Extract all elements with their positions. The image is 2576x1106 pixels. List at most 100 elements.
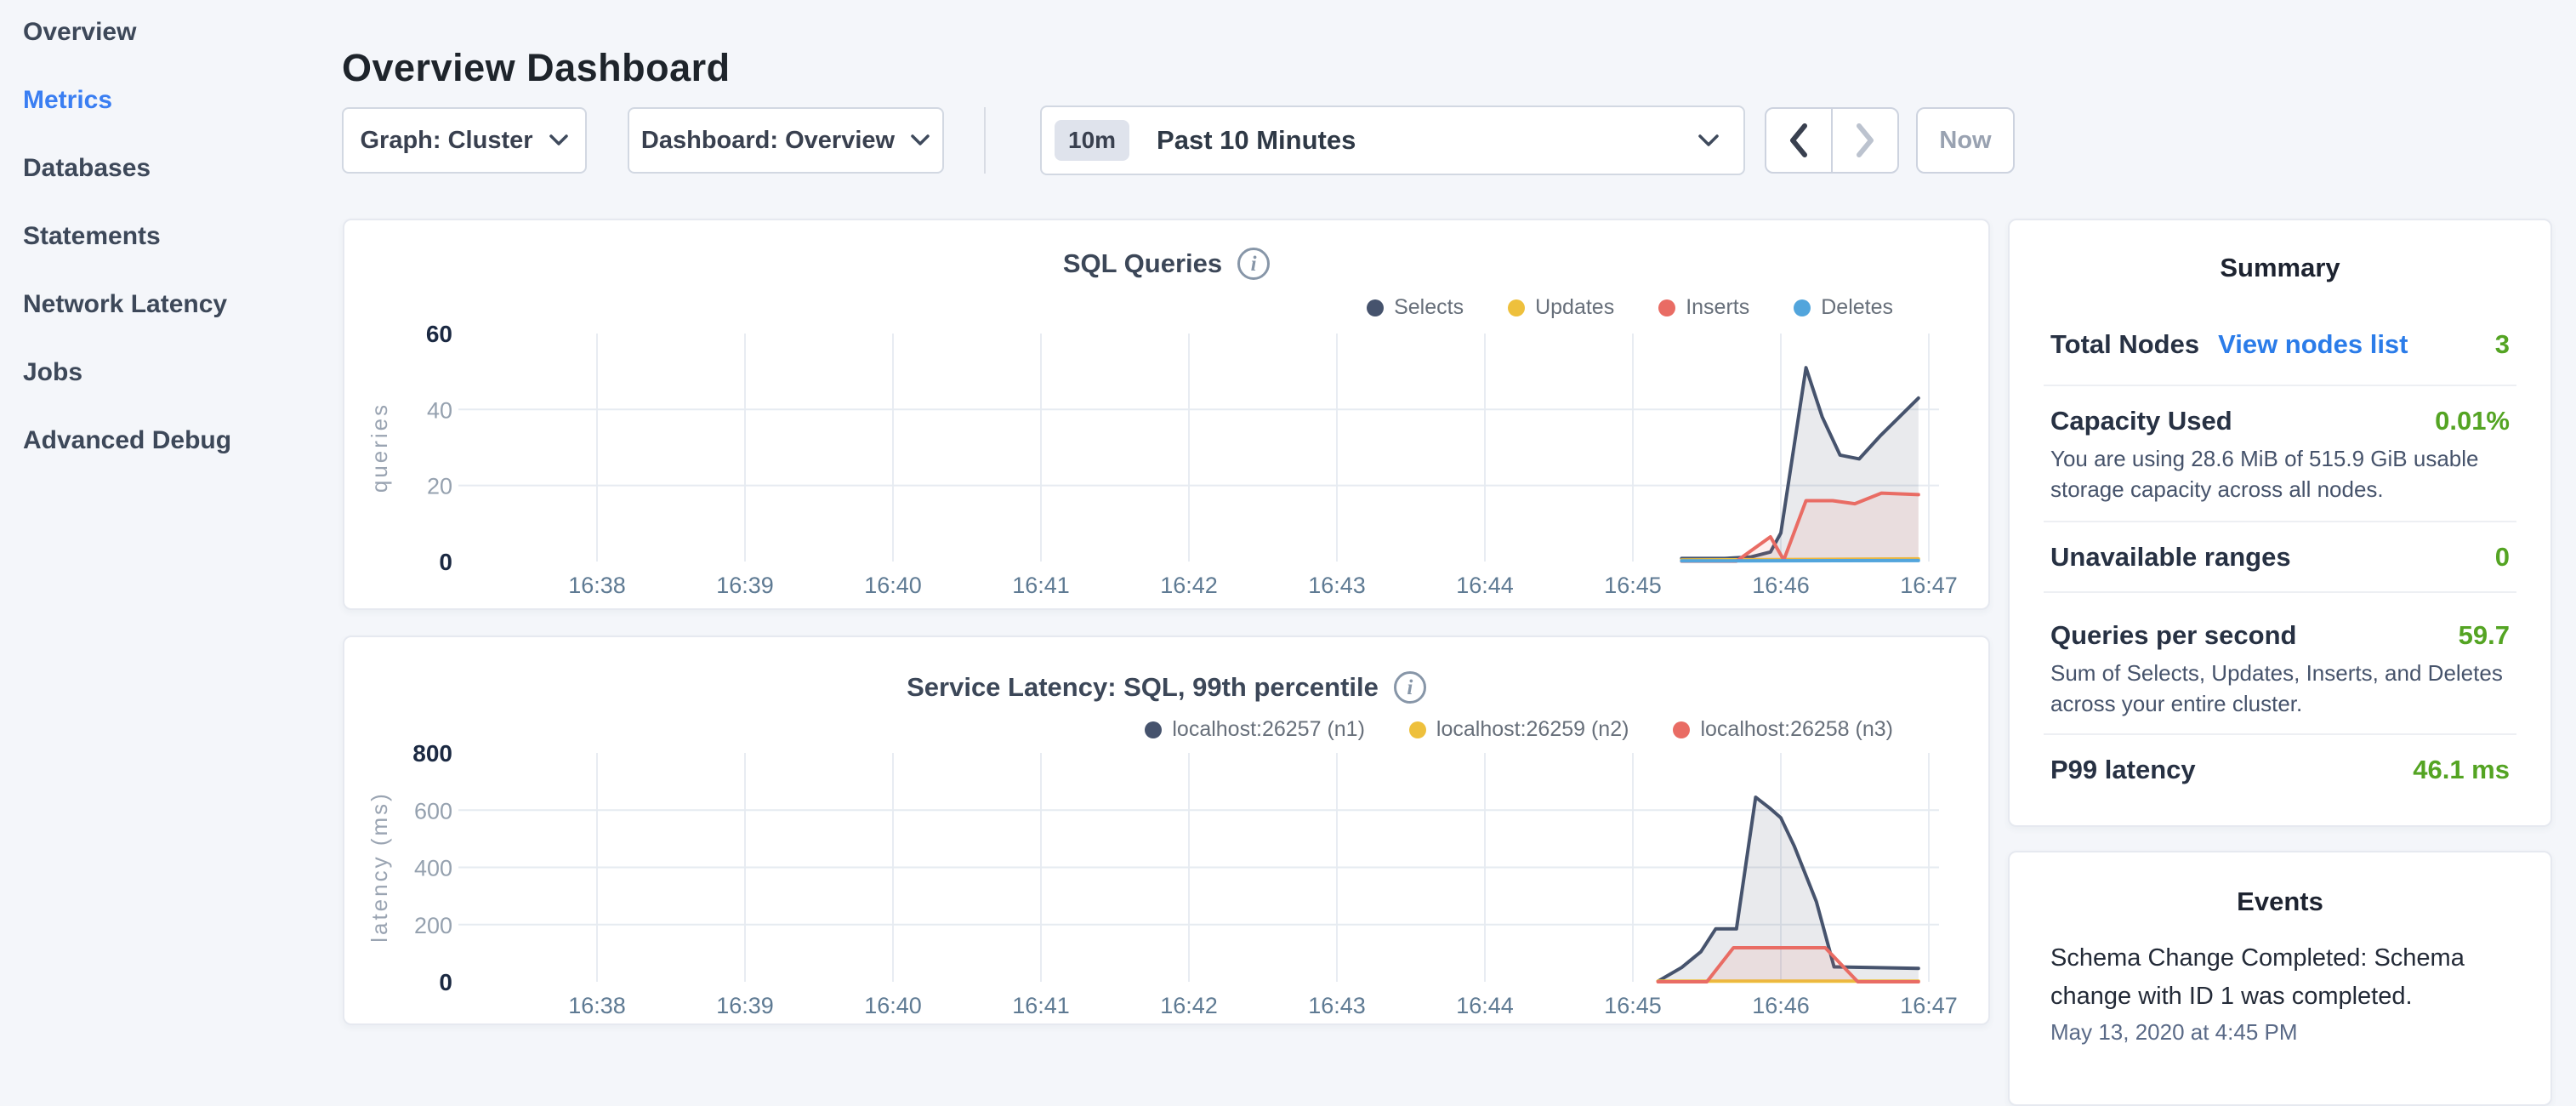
unavailable-ranges-value: 0 (2495, 542, 2510, 573)
y-axis-tick-label: 400 (414, 856, 452, 881)
summary-divider (2044, 733, 2516, 735)
x-axis-tick-label: 16:38 (568, 993, 626, 1018)
x-axis-tick-label: 16:45 (1604, 993, 1662, 1018)
events-panel: Events Schema Change Completed: Schema c… (2008, 851, 2552, 1106)
total-nodes-value: 3 (2495, 329, 2510, 360)
legend-label: Deletes (1821, 295, 1893, 320)
legend-item: localhost:26257 (n1) (1145, 717, 1365, 742)
x-axis-tick-label: 16:41 (1012, 993, 1070, 1018)
legend-label: localhost:26258 (n3) (1700, 717, 1893, 742)
x-axis-tick-label: 16:45 (1604, 573, 1662, 598)
y-axis-tick-label: 40 (427, 397, 452, 423)
legend-item: localhost:26258 (n3) (1673, 717, 1893, 742)
service-latency-chart-card: Service Latency: SQL, 99th percentile i … (343, 636, 1990, 1025)
events-heading: Events (2010, 887, 2550, 917)
summary-heading: Summary (2010, 253, 2550, 283)
event-item-text: Schema Change Completed: Schema change w… (2050, 939, 2515, 1016)
graph-dropdown-label: Graph: Cluster (360, 127, 532, 155)
toolbar-divider (984, 107, 986, 174)
x-axis-tick-label: 16:47 (1900, 993, 1958, 1018)
x-axis-tick-label: 16:40 (864, 993, 922, 1018)
capacity-used-value: 0.01% (2435, 406, 2510, 436)
sidebar-item-overview[interactable]: Overview (23, 14, 136, 51)
sidebar-item-statements[interactable]: Statements (23, 218, 161, 255)
chart-legend: localhost:26257 (n1) localhost:26259 (n2)… (1145, 717, 1893, 742)
x-axis-tick-label: 16:39 (716, 573, 774, 598)
legend-dot-icon (1658, 299, 1675, 316)
y-axis-unit-label: queries (367, 402, 392, 493)
view-nodes-list-link[interactable]: View nodes list (2218, 329, 2408, 359)
y-axis-tick-label: 20 (427, 474, 452, 499)
legend-item: Selects (1367, 295, 1464, 320)
capacity-used-label: Capacity Used (2050, 406, 2232, 436)
x-axis-tick-label: 16:41 (1012, 573, 1070, 598)
total-nodes-label: Total Nodes (2050, 329, 2199, 359)
time-back-button[interactable] (1766, 109, 1831, 172)
time-range-dropdown[interactable]: 10m Past 10 Minutes (1040, 105, 1745, 175)
legend-item: Deletes (1794, 295, 1893, 320)
x-axis-tick-label: 16:42 (1160, 993, 1218, 1018)
legend-label: Selects (1394, 295, 1464, 320)
legend-label: localhost:26257 (n1) (1172, 717, 1365, 742)
time-forward-button[interactable] (1831, 109, 1897, 172)
page-title: Overview Dashboard (342, 46, 731, 90)
legend-label: localhost:26259 (n2) (1436, 717, 1629, 742)
sidebar-item-jobs[interactable]: Jobs (23, 354, 82, 391)
summary-divider (2044, 521, 2516, 522)
x-axis-tick-label: 16:38 (568, 573, 626, 598)
unavailable-ranges-label: Unavailable ranges (2050, 542, 2291, 573)
time-pager (1765, 107, 1899, 174)
sidebar-item-advanced-debug[interactable]: Advanced Debug (23, 422, 231, 459)
x-axis-tick-label: 16:44 (1456, 573, 1514, 598)
info-icon[interactable]: i (1237, 248, 1270, 280)
x-axis-tick-label: 16:43 (1308, 993, 1366, 1018)
chart-title: SQL Queries (1063, 248, 1222, 279)
x-axis-tick-label: 16:46 (1752, 993, 1810, 1018)
summary-row-label: Total Nodes View nodes list (2050, 329, 2408, 360)
y-axis-tick-label: 600 (414, 798, 452, 824)
sql-queries-chart-card: SQL Queries i Selects Updates Inserts Delet… (343, 219, 1990, 610)
legend-dot-icon (1673, 721, 1690, 738)
legend-item: localhost:26259 (n2) (1409, 717, 1629, 742)
queries-per-second-label: Queries per second (2050, 620, 2296, 651)
p99-latency-value: 46.1 ms (2413, 755, 2510, 785)
now-button[interactable]: Now (1916, 107, 2015, 174)
y-axis-tick-label: 200 (414, 913, 452, 938)
y-axis-tick-label: 800 (412, 740, 452, 767)
x-axis-tick-label: 16:42 (1160, 573, 1218, 598)
legend-item: Updates (1508, 295, 1614, 320)
db-console-app: Overview Metrics Databases Statements Ne… (0, 0, 2576, 1052)
summary-panel: Summary Total Nodes View nodes list 3 Cap… (2008, 219, 2552, 827)
chart-legend: Selects Updates Inserts Deletes (1367, 295, 1893, 320)
queries-per-second-description: Sum of Selects, Updates, Inserts, and De… (2050, 658, 2515, 719)
sidebar-item-network-latency[interactable]: Network Latency (23, 286, 227, 323)
chevron-down-icon (549, 134, 569, 147)
sidebar-item-databases[interactable]: Databases (23, 150, 151, 187)
queries-per-second-value: 59.7 (2459, 620, 2510, 651)
legend-item: Inserts (1658, 295, 1749, 320)
legend-dot-icon (1145, 721, 1162, 738)
dashboard-dropdown-label: Dashboard: Overview (641, 127, 895, 155)
sidebar-item-metrics[interactable]: Metrics (23, 82, 112, 119)
time-range-badge: 10m (1055, 120, 1129, 161)
x-axis-tick-label: 16:43 (1308, 573, 1366, 598)
y-axis-tick-label: 60 (426, 321, 452, 347)
dashboard-dropdown[interactable]: Dashboard: Overview (628, 107, 944, 174)
y-axis-tick-label: 0 (439, 549, 452, 575)
legend-dot-icon (1794, 299, 1811, 316)
x-axis-tick-label: 16:44 (1456, 993, 1514, 1018)
legend-dot-icon (1409, 721, 1426, 738)
x-axis-tick-label: 16:40 (864, 573, 922, 598)
y-axis-unit-label: latency (ms) (367, 791, 392, 943)
info-icon[interactable]: i (1394, 671, 1426, 704)
chevron-right-icon (1854, 123, 1876, 158)
capacity-used-description: You are using 28.6 MiB of 515.9 GiB usab… (2050, 443, 2515, 505)
p99-latency-label: P99 latency (2050, 755, 2196, 785)
graph-dropdown[interactable]: Graph: Cluster (342, 107, 587, 174)
legend-dot-icon (1367, 299, 1384, 316)
legend-label: Inserts (1686, 295, 1749, 320)
legend-label: Updates (1535, 295, 1614, 320)
x-axis-tick-label: 16:47 (1900, 573, 1958, 598)
x-axis-tick-label: 16:39 (716, 993, 774, 1018)
chevron-down-icon (910, 134, 930, 147)
